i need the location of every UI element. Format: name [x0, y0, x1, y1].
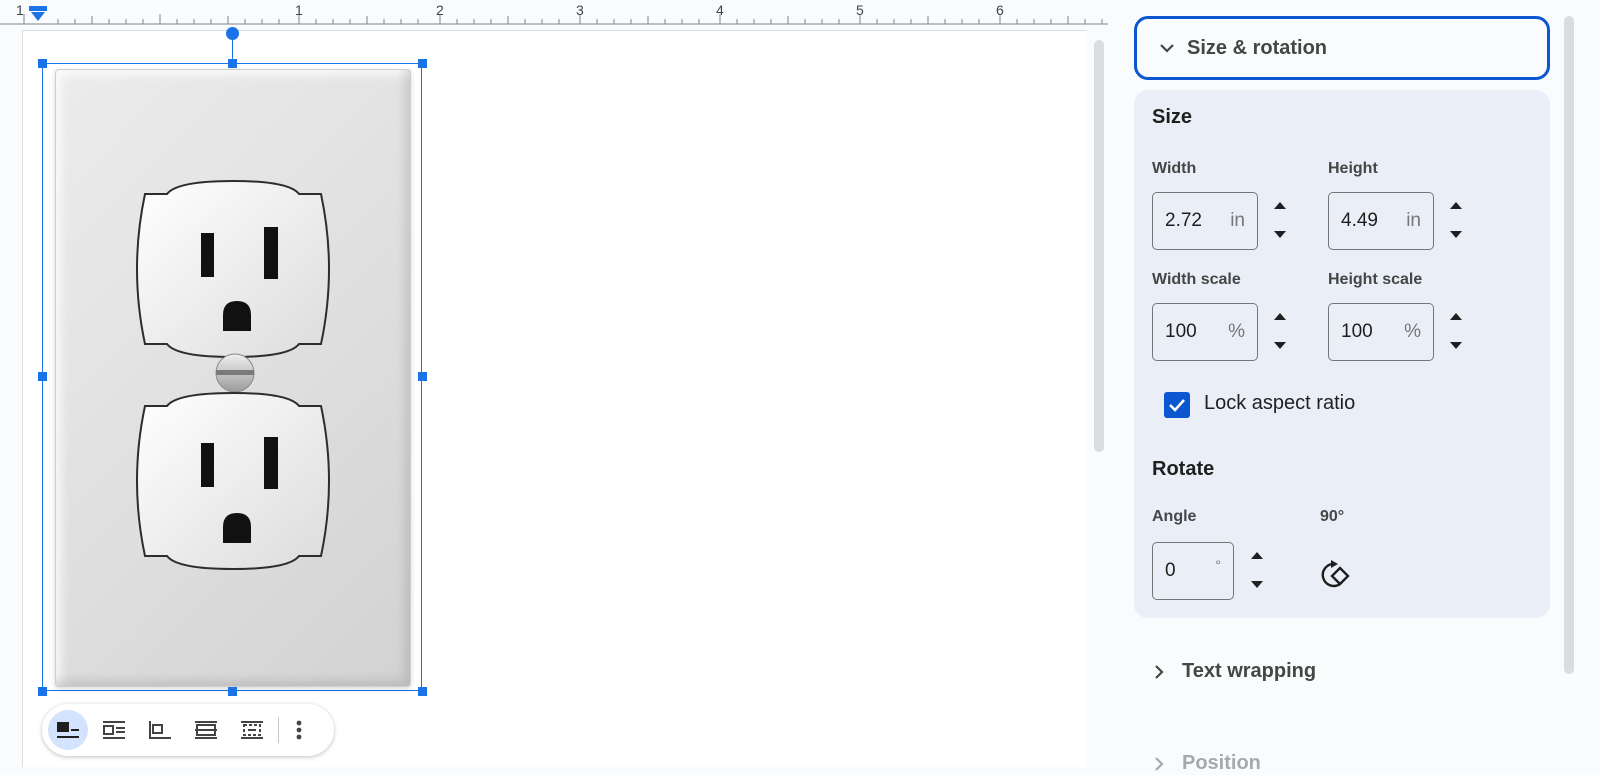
rotate-right-icon — [1321, 560, 1350, 588]
height-label: Height — [1328, 160, 1378, 177]
selected-image[interactable] — [42, 63, 422, 691]
document-scrollbar[interactable] — [1094, 40, 1104, 452]
resize-handle[interactable] — [418, 59, 427, 68]
document-area: 1 1 2 3 4 5 6 — [0, 0, 1108, 767]
more-vert-icon — [296, 720, 302, 740]
section-title: Size & rotation — [1187, 36, 1328, 59]
ruler-label: 4 — [716, 2, 724, 18]
height-input[interactable]: 4.49 in — [1328, 192, 1434, 250]
lock-aspect-ratio-checkbox[interactable] — [1164, 392, 1190, 418]
width-stepper[interactable] — [1270, 198, 1290, 242]
outlet-plate-image — [55, 69, 411, 687]
text-wrapping-section-header[interactable]: Text wrapping — [1154, 660, 1316, 683]
arrow-down-icon[interactable] — [1450, 231, 1462, 238]
break-text-icon — [149, 721, 171, 739]
size-heading: Size — [1152, 106, 1193, 128]
rotate-handle[interactable] — [226, 27, 239, 40]
height-unit: in — [1406, 210, 1421, 231]
height-scale-input[interactable]: 100 % — [1328, 303, 1434, 361]
inline-icon — [57, 722, 79, 738]
arrow-up-icon[interactable] — [1450, 313, 1462, 320]
text-wrapping-label: Text wrapping — [1182, 660, 1317, 682]
chevron-right-icon — [1155, 664, 1164, 679]
arrow-up-icon[interactable] — [1274, 313, 1286, 320]
width-scale-value: 100 — [1165, 321, 1197, 342]
ruler-ticks — [0, 14, 1108, 25]
behind-text-button[interactable] — [186, 710, 226, 750]
width-scale-label: Width scale — [1152, 271, 1241, 288]
height-scale-unit: % — [1404, 321, 1421, 342]
position-label: Position — [1182, 752, 1261, 774]
resize-handle[interactable] — [228, 59, 237, 68]
resize-handle[interactable] — [418, 372, 427, 381]
rotate-90-label: 90° — [1320, 508, 1345, 525]
ruler-label: 2 — [436, 2, 444, 18]
indent-marker-icon[interactable] — [29, 6, 47, 22]
angle-value: 0 — [1165, 560, 1176, 581]
behind-text-icon — [195, 721, 217, 739]
image-options-toolbar — [42, 704, 334, 756]
arrow-down-icon[interactable] — [1274, 342, 1286, 349]
resize-handle[interactable] — [418, 687, 427, 696]
width-scale-stepper[interactable] — [1270, 309, 1290, 353]
resize-handle[interactable] — [228, 687, 237, 696]
in-front-of-text-icon — [241, 721, 263, 739]
panel-scrollbar[interactable] — [1564, 16, 1574, 674]
lock-aspect-ratio-label[interactable]: Lock aspect ratio — [1204, 392, 1355, 415]
in-front-of-text-button[interactable] — [232, 710, 272, 750]
arrow-up-icon[interactable] — [1251, 552, 1263, 559]
arrow-down-icon[interactable] — [1274, 231, 1286, 238]
arrow-down-icon[interactable] — [1450, 342, 1462, 349]
width-label: Width — [1152, 160, 1197, 177]
arrow-down-icon[interactable] — [1251, 581, 1263, 588]
toolbar-divider — [278, 717, 279, 743]
chevron-down-icon — [1160, 44, 1174, 53]
width-value: 2.72 — [1165, 210, 1202, 231]
ruler-label: 1 — [295, 2, 303, 18]
height-scale-label: Height scale — [1328, 271, 1423, 288]
arrow-up-icon[interactable] — [1450, 202, 1462, 209]
ruler-label: 6 — [996, 2, 1004, 18]
break-text-button[interactable] — [140, 710, 180, 750]
horizontal-ruler[interactable]: 1 1 2 3 4 5 6 — [0, 0, 1108, 28]
ruler-label: 3 — [576, 2, 584, 18]
position-section-header[interactable]: Position — [1154, 752, 1261, 775]
height-value: 4.49 — [1341, 210, 1378, 231]
angle-stepper[interactable] — [1247, 548, 1267, 592]
inline-button[interactable] — [48, 710, 88, 750]
check-icon — [1169, 399, 1185, 412]
height-scale-stepper[interactable] — [1446, 309, 1466, 353]
more-options-button[interactable] — [285, 710, 313, 750]
width-input[interactable]: 2.72 in — [1152, 192, 1258, 250]
width-unit: in — [1230, 210, 1245, 231]
ruler-label: 1 — [16, 2, 24, 18]
rotate-90-button[interactable] — [1316, 556, 1352, 592]
wrap-text-button[interactable] — [94, 710, 134, 750]
size-rotation-section-header[interactable]: Size & rotation — [1134, 16, 1550, 80]
angle-unit: ° — [1215, 557, 1221, 573]
chevron-right-icon — [1155, 756, 1164, 771]
resize-handle[interactable] — [38, 687, 47, 696]
width-scale-unit: % — [1228, 321, 1245, 342]
wrap-text-icon — [103, 721, 125, 739]
angle-label: Angle — [1152, 508, 1197, 525]
rotate-heading: Rotate — [1152, 458, 1215, 480]
ruler-label: 5 — [856, 2, 864, 18]
angle-input[interactable]: 0 ° — [1152, 542, 1234, 600]
outlet-illustration — [136, 179, 330, 571]
arrow-up-icon[interactable] — [1274, 202, 1286, 209]
resize-handle[interactable] — [38, 59, 47, 68]
height-stepper[interactable] — [1446, 198, 1466, 242]
resize-handle[interactable] — [38, 372, 47, 381]
width-scale-input[interactable]: 100 % — [1152, 303, 1258, 361]
height-scale-value: 100 — [1341, 321, 1373, 342]
